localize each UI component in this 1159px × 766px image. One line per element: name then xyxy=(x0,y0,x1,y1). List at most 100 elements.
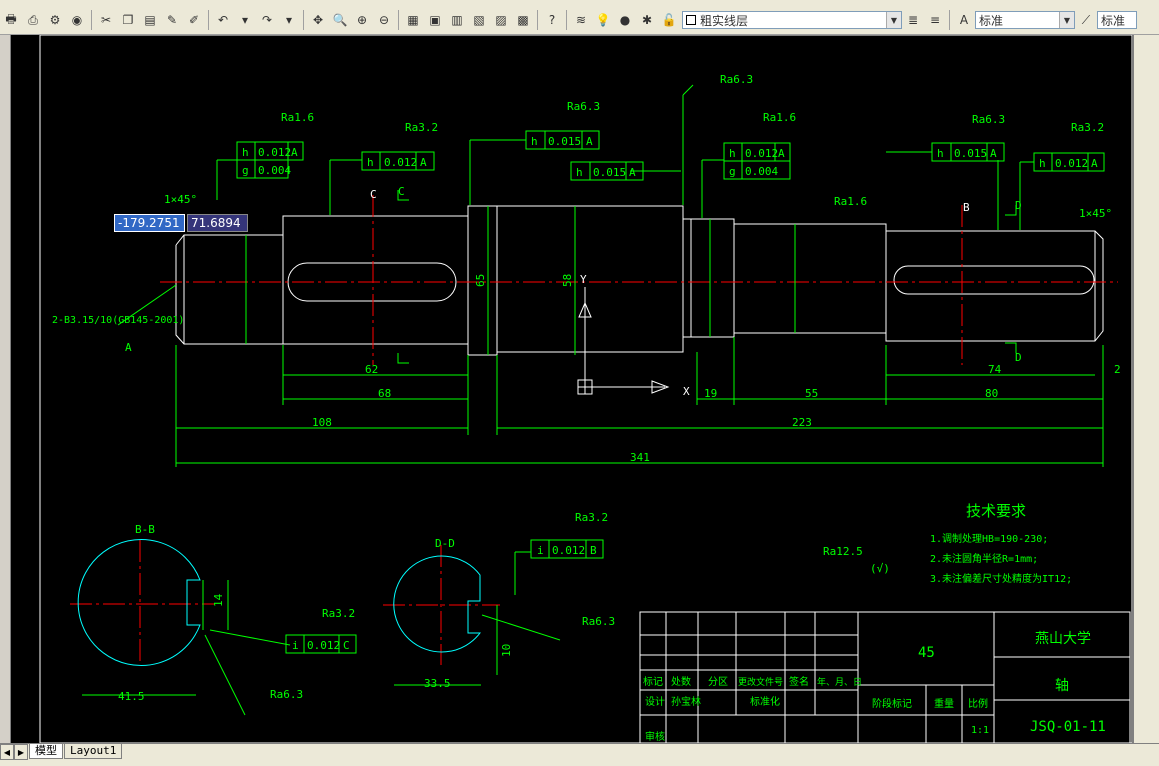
help-icon[interactable]: ? xyxy=(542,10,562,30)
dynamic-input-y-value: 71.6894 xyxy=(191,216,241,230)
zoom-window-icon[interactable]: ⊕ xyxy=(352,10,372,30)
layer-name: 粗实线层 xyxy=(700,13,749,28)
dim-style-value: 标准 xyxy=(1101,13,1126,28)
cut-icon[interactable]: ✂ xyxy=(96,10,116,30)
roughness-11: Ra3.2 xyxy=(322,607,355,620)
tol-g5-val: 0.004 xyxy=(745,165,778,178)
tol-h7-val: 0.012 xyxy=(1055,157,1088,170)
tol-h5-val: 0.012 xyxy=(745,147,778,160)
properties-icon[interactable]: ▦ xyxy=(403,10,423,30)
tb-row1-c1: 标记 xyxy=(643,676,663,688)
publish-icon[interactable]: ⚙ xyxy=(45,10,65,30)
tool-palettes-icon[interactable]: ▥ xyxy=(447,10,467,30)
dynamic-input-y[interactable]: 71.6894 xyxy=(187,214,248,232)
tb-row1-c4: 更改文件号 xyxy=(738,676,783,688)
tab-scroll-left-icon[interactable]: ◀ xyxy=(0,744,14,760)
tb-row1-c2: 处数 xyxy=(671,675,691,688)
block-editor-icon[interactable]: ✐ xyxy=(184,10,204,30)
layer-manager-icon[interactable]: ≋ xyxy=(571,10,591,30)
chevron-down-icon[interactable]: ▼ xyxy=(886,12,901,28)
zoom-previous-icon[interactable]: ⊖ xyxy=(374,10,394,30)
tab-model[interactable]: 模型 xyxy=(29,744,63,759)
tol-h2-sym: h xyxy=(367,156,374,169)
dynamic-input-x[interactable]: -179.2751 xyxy=(114,214,185,232)
zoom-realtime-icon[interactable]: 🔍 xyxy=(330,10,350,30)
dim-62: 62 xyxy=(365,363,378,376)
redo-dropdown-icon[interactable]: ▾ xyxy=(279,10,299,30)
tech-item-3: 3.未注偏差尺寸处精度为IT12; xyxy=(930,572,1072,585)
undo-dropdown-icon[interactable]: ▾ xyxy=(235,10,255,30)
dim-74: 74 xyxy=(988,363,1002,376)
print-preview-icon[interactable]: ⎙ xyxy=(23,10,43,30)
sheet-set-icon[interactable]: ▧ xyxy=(469,10,489,30)
roughness-9: Ra3.2 xyxy=(575,511,608,524)
roughness-4: Ra6.3 xyxy=(720,73,753,86)
tab-layout1[interactable]: Layout1 xyxy=(64,744,123,759)
text-style-icon[interactable]: A xyxy=(954,10,974,30)
paste-icon[interactable]: ▤ xyxy=(140,10,160,30)
chamfer-left-label: 1×45° xyxy=(164,193,197,206)
chevron-down-icon[interactable]: ▼ xyxy=(1059,12,1074,28)
quickcalc-icon[interactable]: ▩ xyxy=(513,10,533,30)
dim-58: 58 xyxy=(561,274,574,287)
layer-previous-icon[interactable]: ≡ xyxy=(925,10,945,30)
section-b-title: B-B xyxy=(135,523,155,536)
roughness-3: Ra6.3 xyxy=(567,100,600,113)
scale-label: 比例 xyxy=(968,697,988,710)
tol-h6-ref: A xyxy=(990,147,997,160)
chamfer-right-label: 1×45° xyxy=(1079,207,1112,220)
dim-55: 55 xyxy=(805,387,818,400)
tol-h2-ref: A xyxy=(420,156,427,169)
markup-icon[interactable]: ▨ xyxy=(491,10,511,30)
datum-a-label: A xyxy=(125,341,132,354)
match-properties-icon[interactable]: ✎ xyxy=(162,10,182,30)
tb-row3-c1: 审核 xyxy=(645,730,665,743)
tol-h4-val: 0.015 xyxy=(593,166,626,179)
vertical-scrollbar[interactable] xyxy=(1133,35,1159,743)
freeze-icon[interactable]: ✱ xyxy=(637,10,657,30)
tab-scroll-right-icon[interactable]: ▶ xyxy=(14,744,28,760)
tol-h1-ref: A xyxy=(291,146,298,159)
redo-icon[interactable]: ↷ xyxy=(257,10,277,30)
tol-h5-sym: h xyxy=(729,147,736,160)
standard-toolbar: 🖶 ⎙ ⚙ ◉ ✂ ❐ ▤ ✎ ✐ ↶ ▾ ↷ ▾ ✥ 🔍 ⊕ ⊖ ▦ ▣ ▥ … xyxy=(0,6,1159,35)
make-current-layer-icon[interactable]: ≣ xyxy=(903,10,923,30)
tech-requirements-title: 技术要求 xyxy=(966,502,1026,520)
tech-item-1: 1.调制处理HB=190-230; xyxy=(930,532,1048,545)
datum-b-label: B xyxy=(963,201,970,214)
tb-row1-c5: 签名 xyxy=(789,675,809,688)
roughness-8: Ra6.3 xyxy=(972,113,1005,126)
undo-icon[interactable]: ↶ xyxy=(213,10,233,30)
cad-drawing[interactable]: 1×45° 1×45° 2-B3.15/10(GB145-2001) A B C… xyxy=(0,35,1159,743)
dim-19: 19 xyxy=(704,387,717,400)
scale-value: 1:1 xyxy=(971,725,989,736)
layout-tabs-bar: ◀ ▶ 模型 Layout1 xyxy=(0,743,1159,766)
dim-style-icon[interactable]: ⟋ xyxy=(1076,10,1096,30)
layer-color-swatch xyxy=(686,15,696,25)
dim-65: 65 xyxy=(474,274,487,287)
lock-icon[interactable]: 🔓 xyxy=(659,10,679,30)
tol-i2-val: 0.012 xyxy=(307,639,340,652)
tol-h6-sym: h xyxy=(937,147,944,160)
print-icon[interactable]: 🖶 xyxy=(1,10,21,30)
center-hole-label: 2-B3.15/10(GB145-2001) xyxy=(52,315,184,326)
dim-14: 14 xyxy=(212,593,225,607)
datum-d-label: D xyxy=(1015,199,1022,212)
layer-select[interactable]: 粗实线层 ▼ xyxy=(682,11,902,29)
text-style-select[interactable]: 标准 ▼ xyxy=(975,11,1075,29)
roughness-12: Ra6.3 xyxy=(582,615,615,628)
drawing-canvas[interactable]: 1×45° 1×45° 2-B3.15/10(GB145-2001) A B C… xyxy=(0,35,1159,743)
lightbulb-icon[interactable]: 💡 xyxy=(593,10,613,30)
sun-icon[interactable]: ● xyxy=(615,10,635,30)
web-icon[interactable]: ◉ xyxy=(67,10,87,30)
dim-341: 341 xyxy=(630,451,650,464)
tol-h1-sym: h xyxy=(242,146,249,159)
dim-style-select[interactable]: 标准 xyxy=(1097,11,1137,29)
pan-icon[interactable]: ✥ xyxy=(308,10,328,30)
ucs-icon xyxy=(577,287,670,395)
design-center-icon[interactable]: ▣ xyxy=(425,10,445,30)
tol-g1-sym: g xyxy=(242,164,249,177)
section-views xyxy=(77,539,482,666)
tb-row1-c6: 年、月、日 xyxy=(817,676,862,688)
copy-icon[interactable]: ❐ xyxy=(118,10,138,30)
